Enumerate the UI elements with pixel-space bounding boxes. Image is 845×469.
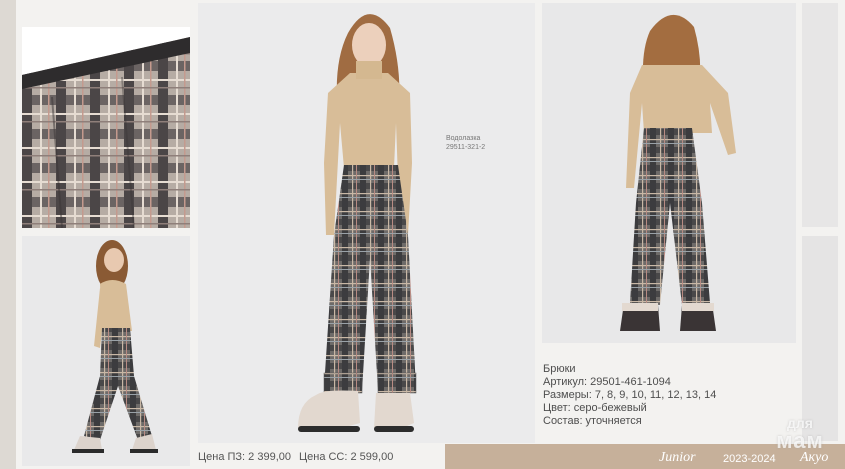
price-ss: Цена СС: 2 599,00 xyxy=(298,451,394,463)
back-view-photo xyxy=(542,3,796,343)
brand-collection: Junior xyxy=(659,450,696,465)
watermark-line2: мам xyxy=(776,428,824,453)
side-walking-photo xyxy=(22,236,190,466)
product-article: Артикул: 29501-461-1094 xyxy=(543,376,671,388)
related-item-code: 29511-321-2 xyxy=(446,143,486,151)
brand-season: 2023-2024 xyxy=(723,453,776,465)
related-item-name: Водолазка xyxy=(446,135,481,142)
front-view-photo xyxy=(198,3,535,443)
price-pz: Цена ПЗ: 2 399,00 xyxy=(198,451,291,463)
product-name: Брюки xyxy=(543,363,576,375)
site-watermark: для мам xyxy=(760,414,840,453)
product-description: Брюки Артикул: 29501-461-1094 Размеры: 7… xyxy=(543,363,716,428)
fabric-closeup-photo xyxy=(22,27,190,228)
next-page-photo-strip-bottom xyxy=(802,236,838,441)
product-composition: Состав: уточняется xyxy=(543,415,642,427)
related-item-label: Водолазка 29511-321-2 xyxy=(446,135,485,152)
product-sizes: Размеры: 7, 8, 9, 10, 11, 12, 13, 14 xyxy=(543,389,717,401)
page-left-edge xyxy=(0,0,16,469)
product-color: Цвет: серо-бежевый xyxy=(543,402,647,414)
next-page-photo-strip-top xyxy=(802,3,838,227)
price-line: Цена ПЗ: 2 399,00 Цена СС: 2 599,00 xyxy=(198,451,393,463)
